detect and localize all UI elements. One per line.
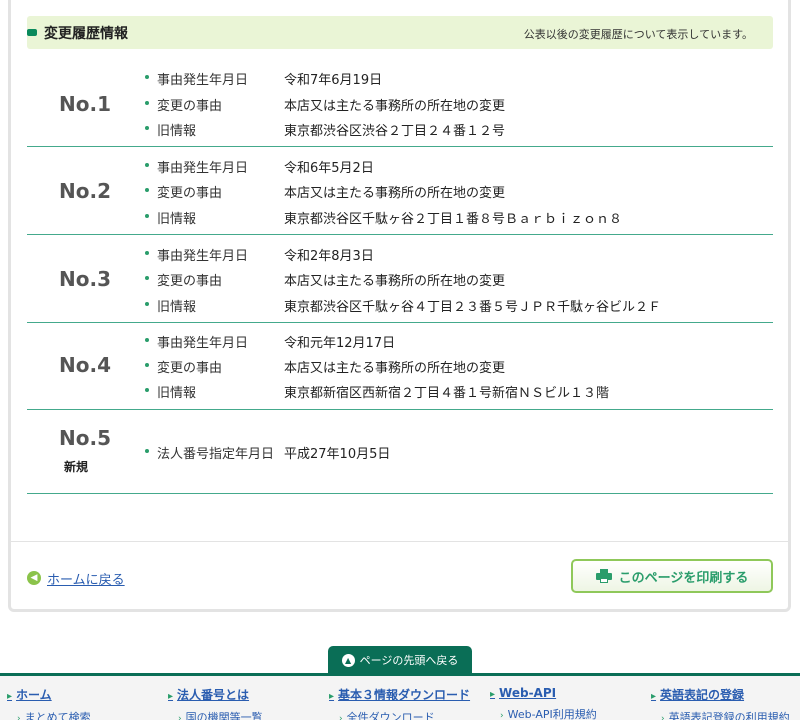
footer-sublink[interactable]: › Web-API利用規約 xyxy=(500,706,597,720)
header-accent-mark xyxy=(27,29,37,36)
row-label: 変更の事由 xyxy=(157,99,223,114)
footer-column: ▸ 法人番号とは › 国の機関等一覧 xyxy=(168,686,263,720)
footer-link[interactable]: ▸ 英語表記の登録 xyxy=(651,686,790,703)
row-label: 法人番号指定年月日 xyxy=(157,447,275,462)
row-label: 事由発生年月日 xyxy=(157,249,249,264)
entry-number: No.4 xyxy=(59,353,111,377)
row-label: 変更の事由 xyxy=(157,361,223,376)
row-value: 令和元年12月17日 xyxy=(284,336,396,351)
bullet-icon xyxy=(145,101,149,105)
entry-row: 事由発生年月日 令和6年5月2日 xyxy=(145,157,765,177)
bullet-icon xyxy=(145,163,149,167)
print-button[interactable]: このページを印刷する xyxy=(571,559,773,593)
entry-row: 法人番号指定年月日 平成27年10月5日 xyxy=(145,443,765,463)
row-value: 平成27年10月5日 xyxy=(284,447,391,462)
row-label: 変更の事由 xyxy=(157,274,223,289)
entry-row: 事由発生年月日 令和元年12月17日 xyxy=(145,332,765,352)
footer-link[interactable]: ▸ Web-API xyxy=(490,686,597,700)
chevron-up-icon: ▲ xyxy=(341,653,355,667)
row-value: 本店又は主たる事務所の所在地の変更 xyxy=(284,99,506,114)
entry-row: 旧情報 東京都渋谷区千駄ヶ谷２丁目１番８号Ｂａｒｂｉｚｏｎ８ xyxy=(145,208,765,228)
bullet-icon xyxy=(145,363,149,367)
footer-sublink[interactable]: › 国の機関等一覧 xyxy=(178,709,263,720)
history-entry: No.5 新規 法人番号指定年月日 平成27年10月5日 xyxy=(27,410,773,494)
bullet-icon xyxy=(145,75,149,79)
row-value: 東京都渋谷区千駄ヶ谷４丁目２３番５号ＪＰＲ千駄ヶ谷ビル２Ｆ xyxy=(284,300,662,315)
row-value: 令和2年8月3日 xyxy=(284,249,374,264)
footer-link[interactable]: ▸ ホーム xyxy=(7,686,91,703)
entry-row: 変更の事由 本店又は主たる事務所の所在地の変更 xyxy=(145,182,765,202)
back-to-top-label: ページの先頭へ戻る xyxy=(359,654,459,667)
bullet-icon xyxy=(145,251,149,255)
history-entry: No.1 事由発生年月日 令和7年6月19日 変更の事由 本店又は主たる事務所の… xyxy=(27,59,773,147)
back-to-top-button[interactable]: ▲ ページの先頭へ戻る xyxy=(328,646,472,674)
row-value: 東京都渋谷区千駄ヶ谷２丁目１番８号Ｂａｒｂｉｚｏｎ８ xyxy=(284,212,623,227)
row-label: 事由発生年月日 xyxy=(157,161,249,176)
bullet-icon xyxy=(145,126,149,130)
entry-row: 事由発生年月日 令和7年6月19日 xyxy=(145,69,765,89)
bullet-icon xyxy=(145,276,149,280)
new-registration-label: 新規 xyxy=(64,460,89,474)
entry-row: 変更の事由 本店又は主たる事務所の所在地の変更 xyxy=(145,357,765,377)
footer-column: ▸ 英語表記の登録 › 英語表記登録の利用規約 xyxy=(651,686,790,720)
bullet-icon xyxy=(145,214,149,218)
footer-nav: ▸ ホーム › まとめて検索 ▸ 法人番号とは › 国の機関等一覧 ▸ 基本３情報ダウンロ… xyxy=(0,673,800,720)
row-value: 東京都渋谷区渋谷２丁目２４番１２号 xyxy=(284,124,506,139)
row-value: 令和7年6月19日 xyxy=(284,73,383,88)
entry-row: 旧情報 東京都新宿区西新宿２丁目４番１号新宿ＮＳビル１３階 xyxy=(145,382,765,402)
section-title: 変更履歴情報 xyxy=(44,26,128,42)
history-entry: No.4 事由発生年月日 令和元年12月17日 変更の事由 本店又は主たる事務所… xyxy=(27,323,773,410)
footer-link[interactable]: ▸ 法人番号とは xyxy=(168,686,263,703)
bullet-icon xyxy=(145,188,149,192)
bullet-icon xyxy=(145,449,149,453)
row-label: 旧情報 xyxy=(157,124,197,139)
entry-row: 旧情報 東京都渋谷区渋谷２丁目２４番１２号 xyxy=(145,120,765,140)
action-divider xyxy=(11,541,788,542)
row-label: 事由発生年月日 xyxy=(157,73,249,88)
entry-number: No.1 xyxy=(59,92,111,116)
entry-row: 事由発生年月日 令和2年8月3日 xyxy=(145,245,765,265)
history-entry: No.2 事由発生年月日 令和6年5月2日 変更の事由 本店又は主たる事務所の所… xyxy=(27,147,773,235)
history-entry: No.3 事由発生年月日 令和2年8月3日 変更の事由 本店又は主たる事務所の所… xyxy=(27,235,773,323)
section-header: 変更履歴情報 公表以後の変更履歴について表示しています。 xyxy=(27,16,773,49)
print-button-label: このページを印刷する xyxy=(618,570,749,586)
footer-sublink[interactable]: › 英語表記登録の利用規約 xyxy=(661,709,790,720)
entry-number: No.5 xyxy=(59,426,111,450)
footer-sublink[interactable]: › まとめて検索 xyxy=(17,709,91,720)
row-value: 本店又は主たる事務所の所在地の変更 xyxy=(284,186,506,201)
row-label: 変更の事由 xyxy=(157,186,223,201)
row-value: 本店又は主たる事務所の所在地の変更 xyxy=(284,274,506,289)
footer-sublink[interactable]: › 全件ダウンロード xyxy=(339,709,470,720)
printer-icon xyxy=(595,569,612,583)
entry-row: 旧情報 東京都渋谷区千駄ヶ谷４丁目２３番５号ＪＰＲ千駄ヶ谷ビル２Ｆ xyxy=(145,296,765,316)
row-value: 東京都新宿区西新宿２丁目４番１号新宿ＮＳビル１３階 xyxy=(284,386,610,401)
bullet-icon xyxy=(145,388,149,392)
entry-number: No.3 xyxy=(59,267,111,291)
bullet-icon xyxy=(145,302,149,306)
section-note: 公表以後の変更履歴について表示しています。 xyxy=(523,28,753,41)
footer-column: ▸ 基本３情報ダウンロード › 全件ダウンロード xyxy=(329,686,470,720)
chevron-left-icon: ◀ xyxy=(27,571,41,585)
row-label: 事由発生年月日 xyxy=(157,336,249,351)
home-link-label[interactable]: ホームに戻る xyxy=(47,569,125,588)
footer-column: ▸ ホーム › まとめて検索 xyxy=(7,686,91,720)
entry-number: No.2 xyxy=(59,179,111,203)
home-link[interactable]: ◀ ホームに戻る xyxy=(27,569,125,588)
row-value: 本店又は主たる事務所の所在地の変更 xyxy=(284,361,506,376)
entry-row: 変更の事由 本店又は主たる事務所の所在地の変更 xyxy=(145,95,765,115)
row-label: 旧情報 xyxy=(157,212,197,227)
footer-column: ▸ Web-API › Web-API利用規約 xyxy=(490,686,597,720)
footer-link[interactable]: ▸ 基本３情報ダウンロード xyxy=(329,686,470,703)
row-value: 令和6年5月2日 xyxy=(284,161,374,176)
bullet-icon xyxy=(145,338,149,342)
row-label: 旧情報 xyxy=(157,300,197,315)
entry-row: 変更の事由 本店又は主たる事務所の所在地の変更 xyxy=(145,270,765,290)
row-label: 旧情報 xyxy=(157,386,197,401)
